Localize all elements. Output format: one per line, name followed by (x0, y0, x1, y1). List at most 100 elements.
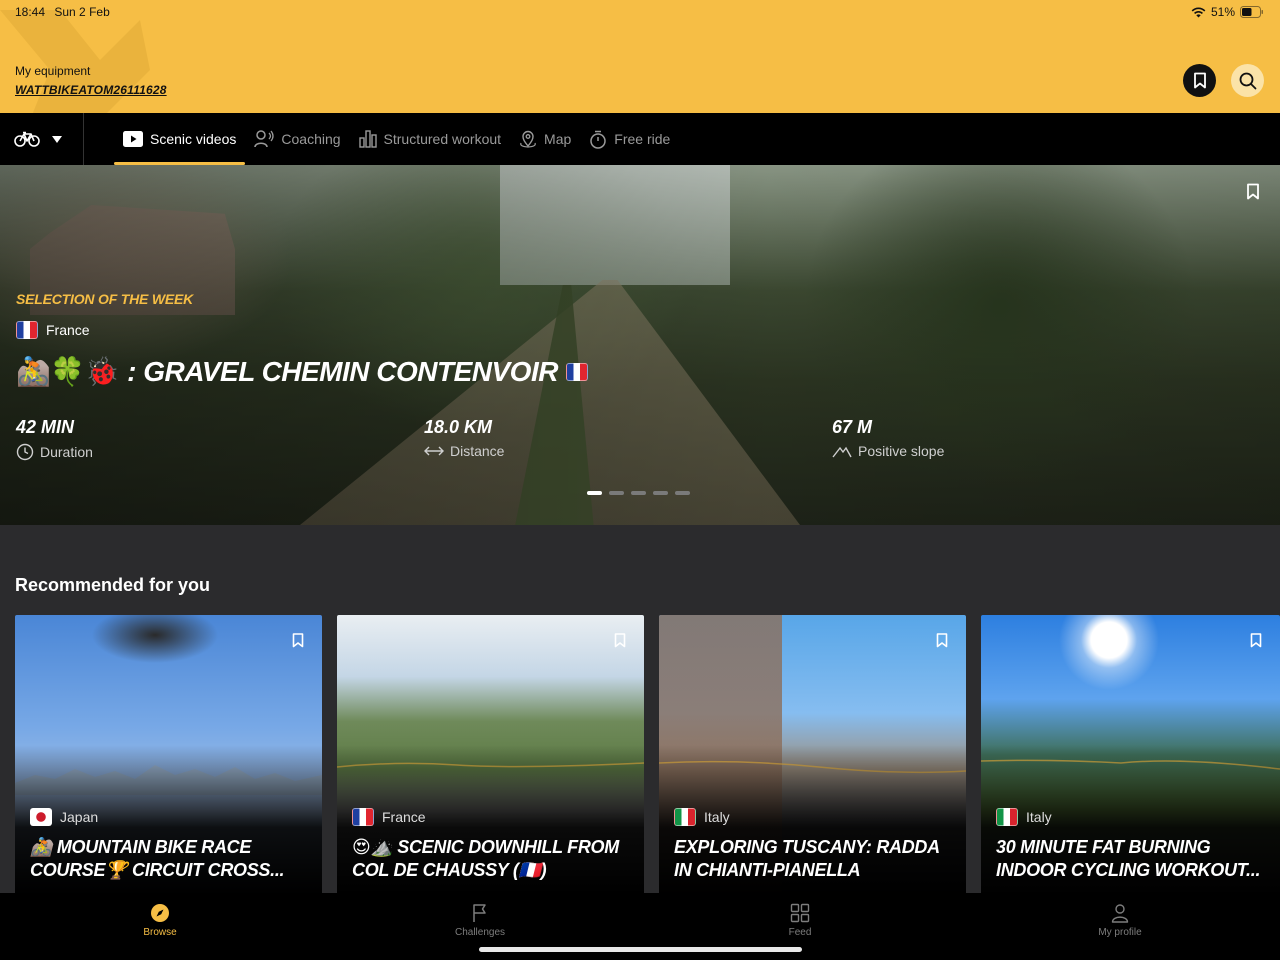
coach-icon (254, 130, 275, 148)
nav-label: Challenges (454, 927, 506, 938)
stat-label: Distance (450, 443, 505, 459)
battery-icon (1240, 6, 1263, 18)
card-country-name: Japan (60, 809, 99, 825)
stat-value: 67 M (832, 417, 873, 437)
equipment-link[interactable]: WATTBIKEATOM26111628 (15, 83, 167, 97)
card-bookmark-button[interactable] (936, 633, 948, 653)
nav-feed[interactable]: Feed (740, 903, 860, 938)
hero-title-emoji: 🚵🍀🐞 (16, 355, 120, 388)
stat-positive-slope: 67 M Positive slope (832, 417, 944, 459)
carousel-dot[interactable] (609, 491, 624, 495)
bar-chart-icon (358, 130, 377, 148)
tab-free-ride[interactable]: Free ride (580, 113, 679, 165)
italy-flag-icon (674, 808, 696, 826)
card-title: 🚵 MOUNTAIN BIKE RACE COURSE🏆 CIRCUIT CRO… (30, 837, 285, 880)
nav-challenges[interactable]: Challenges (420, 903, 540, 938)
caret-down-icon (52, 135, 62, 143)
video-card[interactable]: Italy 30 MINUTE FAT BURNING INDOOR CYCLI… (981, 615, 1280, 895)
search-icon (1239, 72, 1256, 89)
hero-image-shade (0, 165, 1280, 525)
map-pin-icon (520, 130, 536, 148)
tab-label: Structured workout (383, 131, 502, 147)
user-icon (1111, 904, 1129, 923)
carousel-dots (587, 491, 690, 495)
tab-label: Free ride (614, 131, 671, 147)
stat-label: Positive slope (858, 443, 945, 459)
hero-title-text: : GRAVEL CHEMIN CONTENVOIR (127, 355, 558, 387)
card-country: Japan (30, 808, 98, 826)
nav-browse[interactable]: Browse (100, 903, 220, 938)
section-title: Recommended for you (15, 575, 211, 595)
tab-scenic-videos[interactable]: Scenic videos (114, 113, 246, 165)
bike-type-dropdown[interactable] (0, 113, 84, 165)
hero-country: France (16, 321, 90, 339)
card-country: Italy (996, 808, 1052, 826)
carousel-dot[interactable] (675, 491, 690, 495)
bookmark-icon (1193, 72, 1206, 89)
tab-map[interactable]: Map (510, 113, 580, 165)
status-indicators: 51% (1191, 5, 1264, 19)
stopwatch-icon (590, 130, 607, 149)
card-country-name: France (382, 809, 426, 825)
bookmark-icon (614, 633, 626, 648)
tab-structured-workout[interactable]: Structured workout (350, 113, 511, 165)
nav-my-profile[interactable]: My profile (1060, 903, 1180, 938)
france-flag-icon (565, 362, 588, 381)
card-title: 30 MINUTE FAT BURNING INDOOR CYCLING WOR… (996, 837, 1261, 880)
nav-label: Feed (788, 927, 812, 938)
selection-badge: SELECTION OF THE WEEK (16, 291, 194, 307)
flag-icon (473, 904, 486, 922)
stat-distance: 18.0 KM Distance (424, 417, 504, 459)
status-time: 18:44 (15, 5, 46, 19)
video-card[interactable]: Italy EXPLORING TUSCANY: RADDA IN CHIANT… (659, 615, 966, 895)
tab-label: Coaching (281, 131, 341, 147)
tab-label: Map (544, 131, 572, 147)
card-country-name: Italy (704, 809, 730, 825)
tab-coaching[interactable]: Coaching (245, 113, 349, 165)
stat-value: 42 MIN (16, 417, 75, 437)
saved-button[interactable] (1183, 64, 1216, 97)
card-title: 😍⛰️ SCENIC DOWNHILL FROM COL DE CHAUSSY … (352, 837, 619, 880)
bookmark-icon (1247, 183, 1259, 200)
status-time-date: 18:44 Sun 2 Feb (15, 5, 110, 19)
carousel-dot[interactable] (631, 491, 646, 495)
featured-video-hero[interactable]: SELECTION OF THE WEEK France 🚵🍀🐞 : GRAVE… (0, 165, 1280, 525)
stat-value: 18.0 KM (424, 417, 493, 437)
card-bookmark-button[interactable] (1250, 633, 1262, 653)
video-card[interactable]: Japan 🚵 MOUNTAIN BIKE RACE COURSE🏆 CIRCU… (15, 615, 322, 895)
hero-bookmark-button[interactable] (1246, 183, 1260, 205)
bookmark-icon (292, 633, 304, 648)
card-bookmark-button[interactable] (614, 633, 626, 653)
hero-title: 🚵🍀🐞 : GRAVEL CHEMIN CONTENVOIR (16, 355, 588, 388)
category-tabbar: Scenic videos Coaching Structured workou… (0, 113, 1280, 165)
card-country-name: Italy (1026, 809, 1052, 825)
carousel-dot[interactable] (587, 491, 602, 495)
france-flag-icon (352, 808, 374, 826)
card-title: EXPLORING TUSCANY: RADDA IN CHIANTI-PIAN… (674, 837, 940, 880)
bookmark-icon (936, 633, 948, 648)
arrows-horizontal-icon (424, 446, 444, 456)
header: 18:44 Sun 2 Feb 51% My equipment WATTBIK… (0, 0, 1280, 113)
japan-flag-icon (30, 808, 52, 826)
france-flag-icon (16, 321, 38, 339)
search-button[interactable] (1231, 64, 1264, 97)
app-screen: 18:44 Sun 2 Feb 51% My equipment WATTBIK… (0, 0, 1280, 960)
stat-duration: 42 MIN Duration (16, 417, 93, 461)
mountain-icon (832, 446, 852, 458)
equipment-label: My equipment (15, 64, 91, 78)
wifi-icon (1191, 7, 1206, 17)
brand-watermark-icon (0, 10, 150, 113)
grid-icon (790, 903, 810, 923)
play-icon (123, 131, 143, 147)
tab-label: Scenic videos (150, 131, 237, 147)
home-indicator[interactable] (479, 947, 802, 952)
battery-percent: 51% (1210, 5, 1235, 19)
clock-icon (16, 443, 34, 461)
stat-label: Duration (40, 444, 93, 460)
status-date: Sun 2 Feb (54, 5, 110, 19)
carousel-dot[interactable] (653, 491, 668, 495)
nav-label: Browse (143, 927, 177, 938)
card-country: Italy (674, 808, 730, 826)
video-card[interactable]: France 😍⛰️ SCENIC DOWNHILL FROM COL DE C… (337, 615, 644, 895)
card-bookmark-button[interactable] (292, 633, 304, 653)
